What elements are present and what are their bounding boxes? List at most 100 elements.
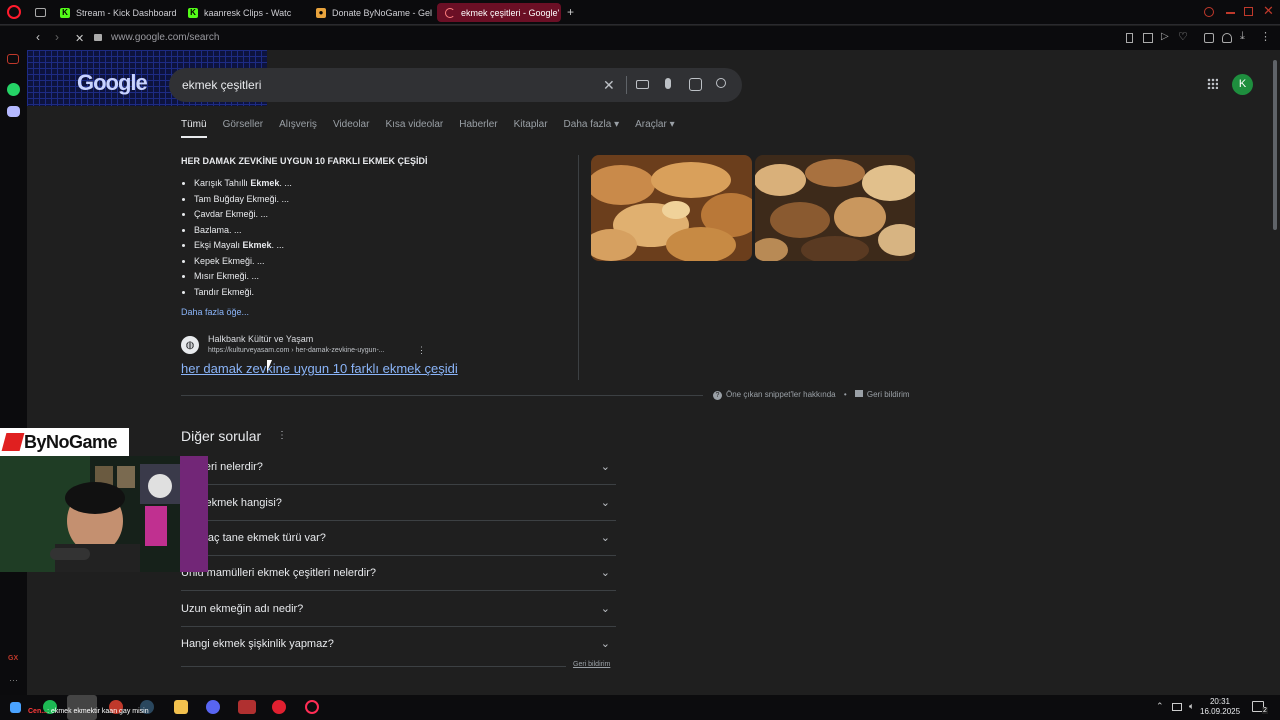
bynogame-overlay-logo: ByNoGame (0, 428, 129, 456)
download-icon[interactable]: ⤓ (1240, 30, 1245, 43)
opera-logo-icon[interactable] (7, 5, 21, 19)
tab-images[interactable]: Görseller (223, 119, 264, 138)
scrollbar-thumb[interactable] (1273, 60, 1277, 230)
discord-taskbar-icon[interactable] (206, 700, 220, 714)
paa-question[interactable]: Hangi ekmek şişkinlik yapmaz? ⌄ (181, 627, 616, 662)
search-icon[interactable] (716, 78, 726, 88)
snapshot-icon[interactable] (1143, 33, 1153, 43)
discord-icon[interactable] (7, 106, 20, 117)
chevron-down-icon: ⌄ (600, 603, 610, 615)
chat-overlay-message: Cen...: ekmek ekmektir kaan gay misin (28, 708, 149, 715)
search-tabs-icon[interactable] (1204, 7, 1214, 17)
paa-question[interactable]: Uzun ekmeğin adı nedir? ⌄ (181, 592, 616, 627)
overlay-brand: ByNoGame (24, 431, 118, 452)
address-bar: ‹ › ✕ www.google.com/search ▷ ♡ ⤓ ⋮ (0, 26, 1280, 50)
list-item: Tandır Ekmeği. (194, 285, 292, 301)
divider (181, 395, 703, 396)
vpn-icon[interactable] (1222, 33, 1232, 43)
account-avatar[interactable]: K (1232, 74, 1253, 95)
tab-all[interactable]: Tümü (181, 119, 207, 138)
chevron-down-icon: ⌄ (600, 461, 610, 473)
snippet-list: Karışık Tahıllı Ekmek. ... Tam Buğday Ek… (194, 176, 292, 300)
voicemeeter-icon[interactable] (238, 700, 256, 714)
question-text: Unlu mamülleri ekmek çeşitleri nelerdir? (181, 567, 377, 579)
bread-image-1[interactable] (591, 155, 752, 261)
source-name[interactable]: Halkbank Kültür ve Yaşam (208, 334, 313, 344)
more-icon[interactable]: ··· (9, 675, 18, 685)
chevron-down-icon: ⌄ (600, 532, 610, 544)
tab-shopping[interactable]: Alışveriş (279, 119, 317, 138)
chevron-down-icon: ⌄ (600, 497, 610, 509)
heart-icon[interactable]: ♡ (1178, 30, 1188, 43)
tab-books[interactable]: Kitaplar (514, 119, 548, 138)
system-clock[interactable]: 20:31 16.09.2025 (1200, 697, 1240, 717)
opera-gx-taskbar-icon[interactable] (305, 700, 319, 714)
about-snippets-link[interactable]: Öne çıkan snippet'ler hakkında (726, 390, 836, 399)
bookmark-icon[interactable] (1126, 33, 1133, 43)
search-input[interactable]: ekmek çeşitleri (182, 78, 261, 92)
tab-more[interactable]: Daha fazla ▾ (564, 119, 620, 138)
tab-google-search[interactable]: ekmek çeşitleri - Google' (437, 3, 561, 22)
paa-feedback-link[interactable]: Geri bildirim (573, 661, 610, 668)
kick-icon: K (60, 7, 70, 18)
google-logo[interactable]: Google (77, 70, 148, 96)
page-scrollbar[interactable] (1270, 50, 1280, 695)
url-field[interactable]: www.google.com/search (111, 32, 219, 43)
windows-start-icon[interactable] (10, 702, 21, 713)
tab-videos[interactable]: Videolar (333, 119, 370, 138)
list-item: Çavdar Ekmeği. ... (194, 207, 292, 223)
new-tab-button[interactable]: + (567, 5, 574, 19)
keyboard-icon[interactable] (636, 80, 649, 89)
app-red-icon[interactable] (272, 700, 286, 714)
forward-icon[interactable]: › (55, 30, 59, 44)
player-icon[interactable]: ▷ (1161, 31, 1169, 42)
tray-chevron-icon[interactable]: ⌃ (1156, 701, 1164, 712)
folder-icon[interactable] (174, 700, 188, 714)
bynogame-icon: ● (316, 7, 326, 18)
paa-options-icon[interactable]: ⋮ (277, 430, 287, 441)
tab-kick-clips[interactable]: K kaanresk Clips - Watc (180, 3, 304, 22)
volume-icon[interactable]: 🔈︎ (1189, 701, 1194, 712)
tab-tools[interactable]: Araçlar ▾ (635, 119, 674, 138)
maximize-icon[interactable] (1244, 7, 1253, 16)
tab-kick-dashboard[interactable]: K Stream - Kick Dashboard (52, 3, 176, 22)
whatsapp-icon[interactable] (7, 83, 20, 96)
workspaces-icon[interactable] (35, 8, 46, 17)
paa-question[interactable]: Unlu mamülleri ekmek çeşitleri nelerdir?… (181, 556, 616, 591)
result-link[interactable]: her damak zevkine uygun 10 farklı ekmek … (181, 361, 458, 376)
paa-question[interactable]: k türleri nelerdir? ⌄ (181, 450, 616, 485)
gx-corner-icon[interactable]: GX (8, 655, 18, 662)
search-box[interactable]: ekmek çeşitleri ✕ (169, 68, 742, 102)
chat-text: : ekmek ekmektir kaan gay misin (47, 708, 149, 715)
stop-loading-icon[interactable]: ✕ (75, 32, 84, 45)
kick-icon: K (188, 7, 198, 18)
minimize-icon[interactable] (1226, 12, 1235, 14)
tab-news[interactable]: Haberler (459, 119, 497, 138)
back-icon[interactable]: ‹ (36, 30, 40, 44)
microphone-icon[interactable] (665, 78, 671, 89)
gx-icon[interactable] (7, 54, 19, 64)
paa-question[interactable]: ğlikli ekmek hangisi? ⌄ (181, 486, 616, 521)
lens-icon[interactable] (689, 78, 702, 91)
lock-icon (94, 34, 102, 41)
search-tabs: Tümü Görseller Alışveriş Videolar Kısa v… (181, 119, 675, 138)
close-window-icon[interactable]: ✕ (1263, 3, 1274, 19)
feedback-link[interactable]: Geri bildirim (867, 390, 910, 399)
paa-question[interactable]: ada kaç tane ekmek türü var? ⌄ (181, 521, 616, 556)
more-items-link[interactable]: Daha fazla öğe... (181, 307, 249, 317)
result-options-icon[interactable]: ⋮ (417, 345, 426, 356)
tab-donate-bynogame[interactable]: ● Donate ByNoGame - Geli (308, 3, 432, 22)
bynogame-mark-icon (1, 433, 25, 451)
clear-icon[interactable]: ✕ (603, 77, 615, 93)
people-also-ask-title: Diğer sorular (181, 428, 262, 444)
list-item: Kepek Ekmeği. ... (194, 254, 292, 270)
apps-grid-icon[interactable] (1207, 78, 1218, 89)
tab-short-videos[interactable]: Kısa videolar (385, 119, 443, 138)
menu-icon[interactable]: ⋮ (1260, 30, 1271, 43)
separator-dot: • (843, 390, 847, 399)
question-text: Hangi ekmek şişkinlik yapmaz? (181, 638, 334, 650)
cursor-icon (267, 360, 272, 372)
bread-image-2[interactable] (755, 155, 915, 261)
extensions-icon[interactable] (1204, 33, 1214, 43)
network-icon[interactable] (1172, 703, 1182, 711)
